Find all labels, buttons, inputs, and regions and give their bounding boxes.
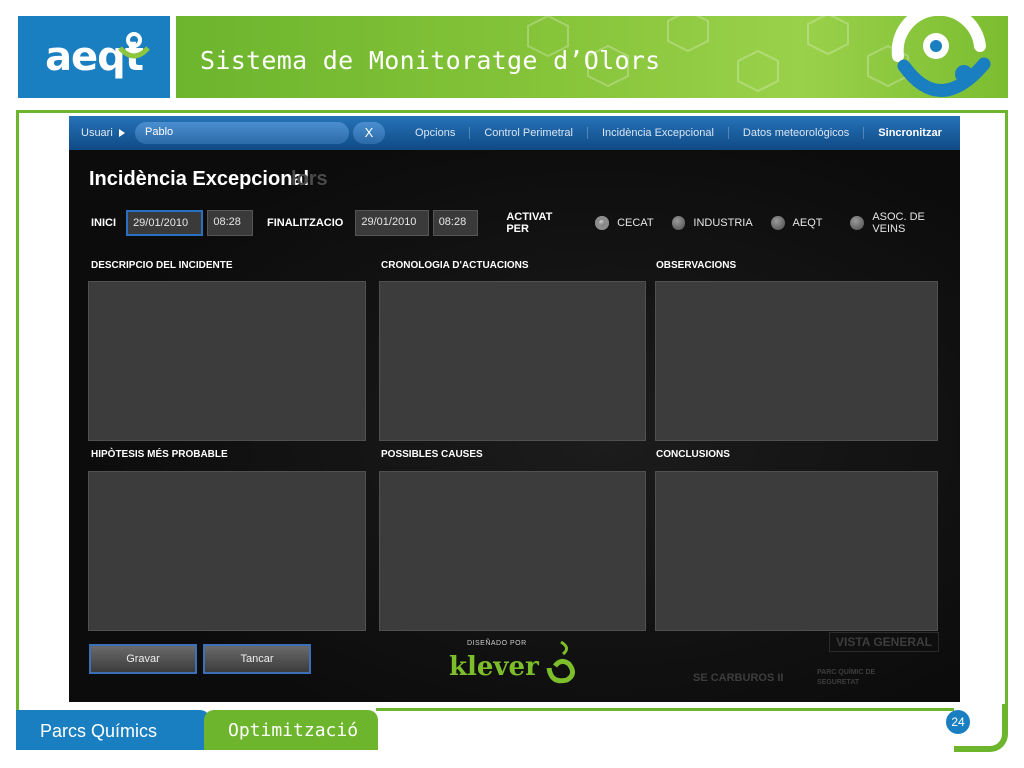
inici-date-input[interactable]: 29/01/2010 <box>126 210 204 236</box>
conclusions-textarea[interactable] <box>655 471 938 631</box>
final-time-input[interactable]: 08:28 <box>432 210 479 236</box>
brand-person-icon <box>891 16 991 97</box>
radio-aeqt-label: AEQT <box>792 217 823 229</box>
radio-cecat-label: CECAT <box>617 217 654 229</box>
page-heading: Incidència Excepcional <box>89 168 310 190</box>
play-icon <box>119 129 125 137</box>
klever-logo: klever <box>449 652 539 682</box>
aeqt-logo: aeqt <box>18 16 170 98</box>
tab-optimitzacio: Optimització <box>204 710 378 750</box>
klever-swirl-icon <box>546 640 575 684</box>
menu-item-opcions[interactable]: Opcions <box>401 127 471 139</box>
user-label: Usuari <box>81 127 113 139</box>
observacions-textarea[interactable] <box>655 281 938 441</box>
inici-time-input[interactable]: 08:28 <box>207 210 253 236</box>
slide-title: Sistema de Monitoratge d’Olors <box>200 46 661 75</box>
finalitzacio-label: FINALITZACIO <box>266 217 344 229</box>
page-heading-ghost: lors <box>291 168 328 190</box>
vista-general-ghost: VISTA GENERAL <box>829 632 940 652</box>
radio-cecat[interactable] <box>595 216 610 230</box>
inici-label: INICI <box>91 217 117 229</box>
final-date-input[interactable]: 29/01/2010 <box>355 210 429 236</box>
hipotesis-textarea[interactable] <box>88 471 366 631</box>
section-label-observacions: OBSERVACIONS <box>656 260 737 271</box>
descripcio-textarea[interactable] <box>88 281 366 441</box>
section-label-hipotesis: HIPÒTESIS MÉS PROBABLE <box>91 449 228 460</box>
designed-by-label: DISEÑADO POR <box>467 640 527 647</box>
tancar-button[interactable]: Tancar <box>203 644 311 674</box>
radio-aeqt[interactable] <box>770 216 785 230</box>
title-bar: Sistema de Monitoratge d’Olors <box>176 16 1008 98</box>
radio-industria-label: INDUSTRIA <box>693 217 753 229</box>
close-user-button[interactable]: X <box>353 122 385 144</box>
frame-bottom-line <box>376 708 954 711</box>
menu-item-sincronitzar[interactable]: Sincronitzar <box>864 127 956 139</box>
filter-row: INICI 29/01/2010 08:28 FINALITZACIO 29/0… <box>91 210 960 236</box>
user-field[interactable]: Pablo <box>135 122 349 144</box>
cronologia-textarea[interactable] <box>379 281 646 441</box>
parc-quimic-ghost: PARC QUÍMIC DE SEGURETAT <box>817 669 876 686</box>
main-menu: Opcions Control Perimetral Incidència Ex… <box>401 116 956 150</box>
radio-asoc-veins[interactable] <box>850 216 865 230</box>
menu-item-control-perimetral[interactable]: Control Perimetral <box>470 127 588 139</box>
menu-item-incidencia[interactable]: Incidència Excepcional <box>588 127 729 139</box>
causes-textarea[interactable] <box>379 471 646 631</box>
radio-industria[interactable] <box>671 216 686 230</box>
slide: aeqt Sistema de Monitoratge d’Olors Usua… <box>0 0 1024 768</box>
logo-person-icon <box>118 32 150 59</box>
radio-asoc-veins-label: ASOC. DE VEINS <box>872 211 925 235</box>
tab-parcs-quimics: Parcs Químics <box>16 710 210 750</box>
section-label-conclusions: CONCLUSIONS <box>656 449 730 460</box>
page-number-badge: 24 <box>946 710 970 734</box>
section-label-causes: POSSIBLES CAUSES <box>381 449 483 460</box>
app-window: Usuari Pablo X Opcions Control Perimetra… <box>69 116 960 702</box>
gravar-button[interactable]: Gravar <box>89 644 197 674</box>
menu-item-datos-meteo[interactable]: Datos meteorológicos <box>729 127 865 139</box>
section-label-cronologia: CRONOLOGIA D'ACTUACIONS <box>381 260 529 271</box>
carburos-ghost: SE CARBUROS II <box>693 672 784 684</box>
section-label-descripcio: DESCRIPCIO DEL INCIDENTE <box>91 260 233 271</box>
activat-per-label: ACTIVAT PER <box>506 211 553 235</box>
app-topbar: Usuari Pablo X Opcions Control Perimetra… <box>69 116 960 150</box>
